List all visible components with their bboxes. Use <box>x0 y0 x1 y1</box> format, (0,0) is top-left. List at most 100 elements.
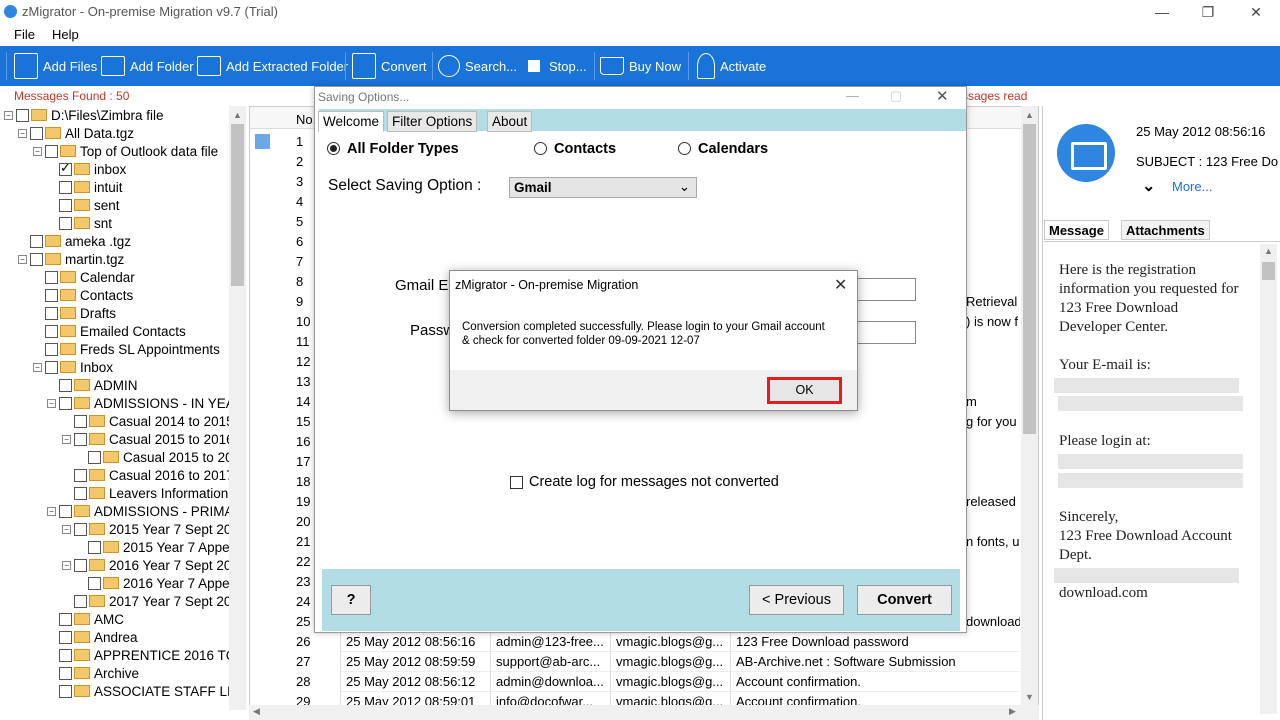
subject-cell[interactable]: download <box>966 614 1020 629</box>
tree-checkbox[interactable] <box>59 666 72 680</box>
tree-item[interactable]: AMC <box>47 610 124 628</box>
tree-checkbox[interactable] <box>45 342 58 356</box>
convert-button[interactable]: Convert <box>857 585 952 615</box>
to-cell[interactable]: vmagic.blogs@g... <box>616 674 726 689</box>
expand-toggle-icon[interactable]: − <box>33 146 42 156</box>
tree-checkbox[interactable] <box>16 108 29 122</box>
tree-checkbox[interactable] <box>45 144 58 158</box>
horizontal-scrollbar[interactable]: ◀ ▶ <box>249 705 1039 720</box>
expand-toggle-icon[interactable]: − <box>62 524 71 534</box>
chevron-down-icon[interactable]: ⌄ <box>1142 176 1155 196</box>
row-number[interactable]: 9 <box>296 294 303 309</box>
tree-item[interactable]: − 2015 Year 7 Sept 20 <box>62 520 231 538</box>
expand-toggle-icon[interactable]: − <box>18 128 27 138</box>
tree-checkbox[interactable] <box>74 558 87 572</box>
previous-button[interactable]: < Previous <box>749 585 844 615</box>
row-number[interactable]: 24 <box>296 594 310 609</box>
buy-now-button[interactable]: Buy Now <box>600 51 681 81</box>
tree-item[interactable]: − All Data.tgz <box>18 124 134 142</box>
tree-item[interactable]: − ADMISSIONS - PRIMA <box>47 502 234 520</box>
row-number[interactable]: 11 <box>296 334 310 349</box>
from-cell[interactable]: admin@123-free... <box>496 634 606 649</box>
help-button[interactable]: ? <box>331 585 371 615</box>
from-cell[interactable]: admin@downloa... <box>496 674 606 689</box>
scroll-up-icon[interactable]: ▲ <box>1025 110 1034 120</box>
tree-checkbox[interactable] <box>74 522 87 536</box>
tree-item[interactable]: Freds SL Appointments <box>33 340 220 358</box>
expand-toggle-icon[interactable]: − <box>62 560 71 570</box>
row-number[interactable]: 23 <box>296 574 310 589</box>
tab-filter-options[interactable]: Filter Options <box>387 111 478 132</box>
tree-item[interactable]: sent <box>47 196 120 214</box>
row-number[interactable]: 28 <box>296 674 310 689</box>
tab-message[interactable]: Message <box>1044 220 1109 240</box>
date-cell[interactable]: 25 May 2012 08:59:59 <box>346 654 486 669</box>
row-number[interactable]: 8 <box>296 274 303 289</box>
add-extracted-folder-button[interactable]: Add Extracted Folder <box>197 51 348 81</box>
tree-checkbox[interactable] <box>59 612 72 626</box>
tree-checkbox[interactable] <box>59 648 72 662</box>
search-button[interactable]: Search... <box>438 51 517 81</box>
row-number[interactable]: 7 <box>296 254 303 269</box>
expand-toggle-icon[interactable]: − <box>18 254 27 264</box>
row-number[interactable]: 17 <box>296 454 310 469</box>
tree-checkbox[interactable] <box>59 160 72 176</box>
tree-item[interactable]: − Top of Outlook data file <box>33 142 218 160</box>
tree-item[interactable]: Casual 2016 to 2017 <box>62 466 234 484</box>
tab-attachments[interactable]: Attachments <box>1121 220 1210 240</box>
tree-item[interactable]: Calendar <box>33 268 135 286</box>
expand-toggle-icon[interactable]: − <box>33 362 42 372</box>
tree-checkbox[interactable] <box>59 684 72 698</box>
subject-cell[interactable]: m <box>966 394 1020 409</box>
expand-toggle-icon[interactable]: − <box>62 434 71 444</box>
row-number[interactable]: 1 <box>296 134 303 149</box>
tree-checkbox[interactable] <box>88 576 101 590</box>
row-number[interactable]: 19 <box>296 494 310 509</box>
subject-cell[interactable]: g for you <box>966 414 1020 429</box>
scroll-up-icon[interactable]: ▲ <box>1264 246 1273 256</box>
tree-item[interactable]: 2017 Year 7 Sept 20 <box>62 592 231 610</box>
row-number[interactable]: 26 <box>296 634 310 649</box>
tree-checkbox[interactable] <box>88 540 101 554</box>
tree-item[interactable]: ADMIN <box>47 376 138 394</box>
row-number[interactable]: 20 <box>296 514 310 529</box>
subject-cell[interactable]: Retrieval <box>966 294 1020 309</box>
expand-toggle-icon[interactable]: − <box>47 506 56 516</box>
ok-button[interactable]: OK <box>767 377 842 404</box>
subject-cell[interactable]: Account confirmation. <box>736 674 1016 689</box>
row-number[interactable]: 5 <box>296 214 303 229</box>
tree-item[interactable]: snt <box>47 214 112 232</box>
to-cell[interactable]: vmagic.blogs@g... <box>616 654 726 669</box>
tree-checkbox[interactable] <box>59 180 72 194</box>
row-number[interactable]: 21 <box>296 534 310 549</box>
row-number[interactable]: 10 <box>296 314 310 329</box>
row-number[interactable]: 22 <box>296 554 310 569</box>
tree-checkbox[interactable] <box>74 414 87 428</box>
row-number[interactable]: 6 <box>296 234 303 249</box>
date-cell[interactable]: 25 May 2012 08:56:12 <box>346 674 486 689</box>
from-cell[interactable]: support@ab-arc... <box>496 654 606 669</box>
tree-checkbox[interactable] <box>74 468 87 482</box>
tree-item[interactable]: Casual 2015 to 20 <box>76 448 233 466</box>
contacts-radio[interactable] <box>534 142 547 155</box>
saving-option-select[interactable]: Gmail ⌄ <box>509 177 697 198</box>
date-cell[interactable]: 25 May 2012 08:56:16 <box>346 634 486 649</box>
close-button[interactable]: ✕ <box>1246 2 1266 22</box>
tree-checkbox[interactable] <box>45 360 58 374</box>
activate-button[interactable]: Activate <box>697 51 766 81</box>
row-number[interactable]: 18 <box>296 474 310 489</box>
tree-checkbox[interactable] <box>74 486 87 500</box>
tree-item[interactable]: APPRENTICE 2016 TC <box>47 646 236 664</box>
menu-help[interactable]: Help <box>52 27 79 42</box>
tree-item[interactable]: Andrea <box>47 628 138 646</box>
row-number[interactable]: 3 <box>296 174 303 189</box>
tree-checkbox[interactable] <box>88 450 101 464</box>
preview-scrollbar-thumb[interactable] <box>1262 262 1275 280</box>
row-number[interactable]: 4 <box>296 194 303 209</box>
tree-item[interactable]: − Casual 2015 to 2016 <box>62 430 234 448</box>
row-number[interactable]: 13 <box>296 374 310 389</box>
grid-scrollbar-thumb[interactable] <box>1023 124 1036 434</box>
tree-checkbox[interactable] <box>45 270 58 284</box>
add-folder-button[interactable]: Add Folder <box>101 51 194 81</box>
subject-cell[interactable]: released <box>966 494 1020 509</box>
